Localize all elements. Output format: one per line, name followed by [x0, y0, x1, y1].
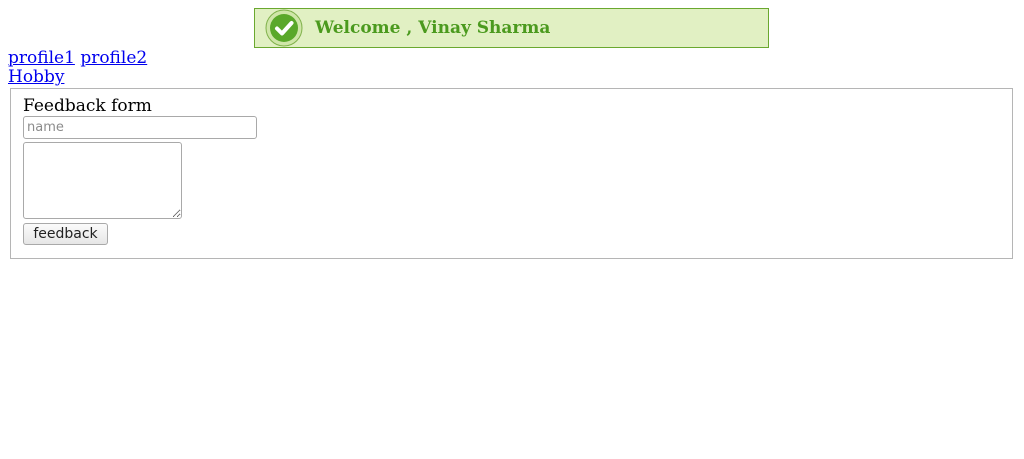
nav-links: profile1 profile2 Hobby: [8, 49, 147, 87]
feedback-form: Feedback form feedback: [10, 88, 1013, 259]
profile2-link[interactable]: profile2: [80, 48, 147, 68]
check-circle-icon: [265, 9, 303, 47]
hobby-link[interactable]: Hobby: [8, 67, 64, 87]
profile1-link[interactable]: profile1: [8, 48, 75, 68]
welcome-banner: Welcome , Vinay Sharma: [254, 8, 769, 48]
welcome-message: Welcome , Vinay Sharma: [315, 18, 551, 38]
feedback-form-title: Feedback form: [23, 96, 152, 116]
feedback-submit-button[interactable]: feedback: [23, 223, 108, 245]
feedback-textarea[interactable]: [23, 142, 182, 219]
name-input[interactable]: [23, 116, 257, 139]
